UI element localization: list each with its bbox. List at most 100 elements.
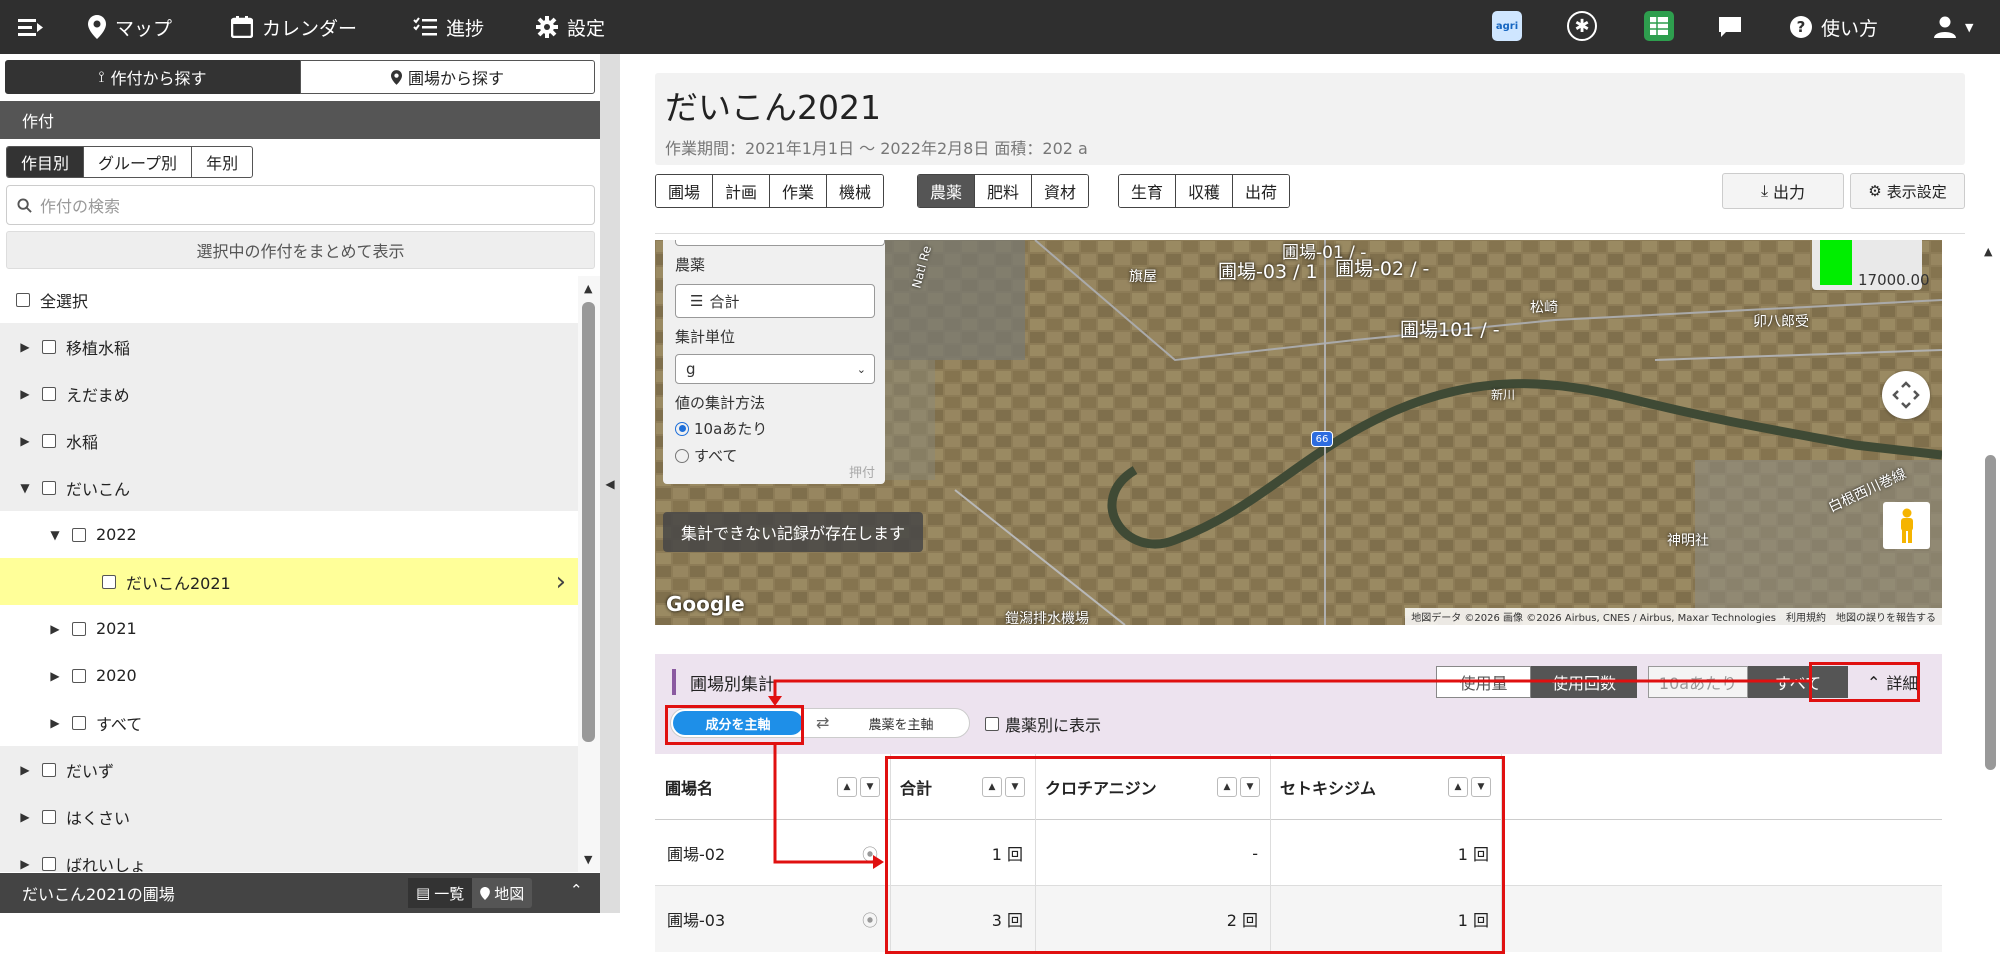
tab-by-year[interactable]: 年別 [192,147,252,177]
show-selected-crops-button[interactable]: 選択中の作付をまとめて表示 [6,231,595,269]
caret-right-icon[interactable]: ▶ [48,716,62,730]
tree-item[interactable]: ▼ 2022 [0,511,578,558]
tree-item-checkbox[interactable] [72,621,86,636]
tree-item-checkbox[interactable] [42,856,56,871]
tree-item[interactable]: ▼ だいこん [0,464,578,511]
tree-item-checkbox[interactable] [72,668,86,683]
field-label-101[interactable]: 圃場101 / - [1400,315,1500,342]
tab-plan[interactable]: 計画 [713,175,771,207]
report-error-link[interactable]: 地図の誤りを報告する [1836,609,1936,624]
tree-item-checkbox[interactable] [42,339,56,354]
scrollbar-thumb[interactable] [582,302,595,742]
tree-item-checkbox[interactable] [72,527,86,542]
tab-materials[interactable]: 資材 [1032,175,1089,207]
tree-item-checkbox[interactable] [102,574,116,589]
tab-growth[interactable]: 生育 [1119,175,1177,207]
chevron-up-icon[interactable]: ⌃ [570,881,583,899]
select-partial[interactable] [675,240,885,246]
export-label: 出力 [1773,183,1806,202]
sheet-app-icon[interactable] [1644,11,1674,41]
tab-machine[interactable]: 機械 [827,175,884,207]
tab-search-by-crop[interactable]: ⟟ 作付から探す [5,60,300,94]
street-view-pegman[interactable] [1883,502,1930,549]
list-view-button[interactable]: ▤ 一覧 [408,878,473,908]
tree-item-checkbox[interactable] [42,480,56,495]
tab-fertilizer[interactable]: 肥料 [975,175,1033,207]
nav-map[interactable]: マップ [88,0,172,54]
caret-right-icon[interactable]: ▶ [18,434,32,448]
caret-right-icon[interactable]: ▶ [18,857,32,871]
field-label-02[interactable]: 圃場-02 / - [1335,254,1429,281]
tree-item[interactable]: ▶ すべて [0,699,578,746]
main-scrollbar[interactable]: ▲ [1980,240,2000,913]
caret-down-icon[interactable]: ▼ [48,528,62,542]
satellite-map[interactable]: 圃場-01 / - 圃場-03 / 1 圃場-02 / - 圃場101 / - … [655,240,1942,625]
help-button[interactable]: ? 使い方 [1790,0,1878,54]
caret-right-icon[interactable]: ▶ [18,340,32,354]
pesticide-select-button[interactable]: ☰ 合計 [675,284,875,318]
display-settings-button[interactable]: ⚙ 表示設定 [1850,173,1965,209]
agri-app-icon[interactable]: agri [1492,11,1522,41]
tree-item[interactable]: ▶ 移植水稲 [0,323,578,370]
tab-harvest[interactable]: 収穫 [1176,175,1234,207]
map-view-button[interactable]: 地図 [472,878,532,908]
caret-right-icon[interactable]: ▶ [18,810,32,824]
unit-select[interactable]: g ⌄ [675,354,875,384]
tree-item[interactable]: ▶ 2021 [0,605,578,652]
gear-icon: ⚙ [1868,182,1882,200]
tab-pesticide[interactable]: 農薬 [918,175,976,207]
caret-down-icon[interactable]: ▼ [18,481,32,495]
map-pin-icon [480,886,491,900]
aggregation-warning: 集計できない記録が存在します [663,512,924,552]
messages-button[interactable] [1718,0,1742,54]
tab-group-inputs: 農薬 肥料 資材 [917,174,1090,208]
terms-link[interactable]: 利用規約 [1786,609,1826,624]
tree-item[interactable]: だいこん2021 › [0,558,578,605]
asterisk-app-icon[interactable]: ✱ [1567,11,1597,41]
tab-by-group[interactable]: グループ別 [84,147,193,177]
tab-by-crop-type[interactable]: 作目別 [7,147,85,177]
sidebar-collapse-handle[interactable]: ◀ [600,54,620,913]
main-scrollbar-thumb[interactable] [1985,455,1996,770]
tree-item-checkbox[interactable] [72,715,86,730]
export-button[interactable]: ⤓ 出力 [1722,173,1844,209]
tree-item[interactable]: ▶ だいず [0,746,578,793]
tree-item[interactable]: ▶ 水稲 [0,417,578,464]
radio-selected-icon [675,421,689,436]
tree-item-checkbox[interactable] [42,762,56,777]
caret-right-icon[interactable]: ▶ [48,622,62,636]
nav-calendar[interactable]: カレンダー [231,0,357,54]
caret-right-icon[interactable]: ▶ [48,669,62,683]
map-recenter-button[interactable] [1882,371,1930,419]
crop-meta: 作業期間：2021年1月1日 〜 2022年2月8日 面積：202 a [665,139,1088,158]
select-all-row[interactable]: 全選択 [0,276,578,323]
tree-item[interactable]: ▶ 2020 [0,652,578,699]
crop-search-input[interactable]: 作付の検索 [6,185,595,225]
sprout-icon: ⟟ [98,67,105,86]
radio-all[interactable]: すべて [675,445,737,466]
menu-toggle-button[interactable] [18,0,44,54]
tree-item-label: すべて [96,714,143,734]
sidebar-scrollbar[interactable]: ▲ ▼ [578,276,600,872]
tree-item-checkbox[interactable] [42,809,56,824]
chevron-right-icon[interactable]: › [556,567,566,597]
select-all-checkbox[interactable] [16,292,30,307]
tab-field[interactable]: 圃場 [656,175,714,207]
tree-item-checkbox[interactable] [42,433,56,448]
tree-item[interactable]: ▶ はくさい [0,793,578,840]
field-label-03[interactable]: 圃場-03 / 1 [1218,257,1318,284]
user-menu-button[interactable]: ▼ [1934,0,1973,54]
list-icon: ☰ [690,292,704,310]
tree-item[interactable]: ▶ えだまめ [0,370,578,417]
nav-settings[interactable]: 設定 [536,0,605,54]
tree-item[interactable]: ▶ ばれいしょ [0,840,578,872]
radio-per10a[interactable]: 10aあたり [675,418,767,439]
annotation-arrows [768,679,1809,869]
tab-work[interactable]: 作業 [770,175,828,207]
nav-progress[interactable]: 進捗 [413,0,484,54]
caret-right-icon[interactable]: ▶ [18,763,32,777]
caret-right-icon[interactable]: ▶ [18,387,32,401]
tab-search-by-field[interactable]: 圃場から探す [300,60,595,94]
tab-shipment[interactable]: 出荷 [1233,175,1290,207]
tree-item-checkbox[interactable] [42,386,56,401]
